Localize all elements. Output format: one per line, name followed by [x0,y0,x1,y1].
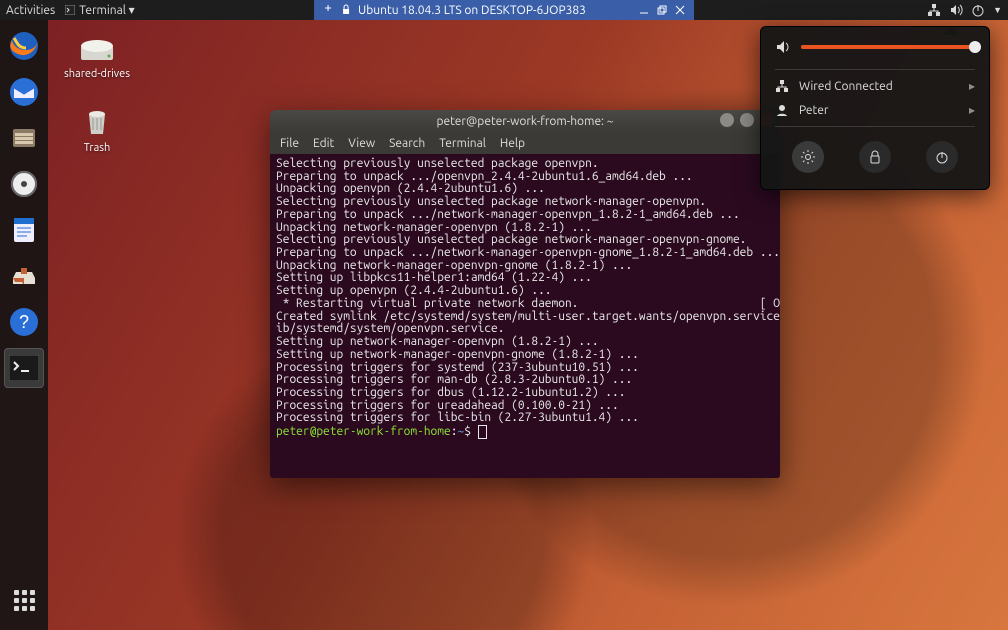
volume-icon [775,39,791,55]
rdp-title-bar: Ubuntu 18.04.3 LTS on DESKTOP-6JOP383 [314,0,694,20]
dock-help[interactable]: ? [4,302,44,342]
dock-rhythmbox[interactable] [4,164,44,204]
chevron-down-icon[interactable]: ▼ [993,5,1002,15]
system-menu: Wired Connected ▸ Peter ▸ [760,26,990,190]
svg-text:?: ? [19,312,29,332]
dock: ? [0,20,48,630]
lock-icon [867,149,883,165]
menu-help[interactable]: Help [500,137,525,150]
sysmenu-network[interactable]: Wired Connected ▸ [775,74,975,98]
desktop-icon-trash[interactable]: Trash [62,106,132,154]
terminal-menubar: File Edit View Search Terminal Help [270,132,780,154]
terminal-output[interactable]: Selecting previously unselected package … [270,154,780,478]
app-menu-button[interactable]: Terminal ▾ [65,3,134,17]
dock-writer[interactable] [4,210,44,250]
terminal-icon [65,5,75,15]
separator [775,69,975,70]
minimize-button[interactable] [720,113,734,127]
lock-icon [340,4,352,16]
maximize-button[interactable] [740,113,754,127]
user-icon [775,103,789,117]
dock-software[interactable] [4,256,44,296]
dock-files[interactable] [4,118,44,158]
sysmenu-user[interactable]: Peter ▸ [775,98,975,122]
menu-search[interactable]: Search [389,137,425,150]
power-icon [934,149,950,165]
wired-icon [775,79,789,93]
volume-status-icon[interactable] [949,3,963,17]
settings-button[interactable] [792,141,824,173]
lock-button[interactable] [859,141,891,173]
power-status-icon[interactable] [971,3,985,17]
close-icon[interactable] [674,4,686,16]
chevron-right-icon: ▸ [969,79,975,93]
desktop-icon-label: shared-drives [64,68,130,80]
terminal-title-bar[interactable]: peter@peter-work-from-home: ~ [270,110,780,132]
terminal-window: peter@peter-work-from-home: ~ File Edit … [270,110,780,478]
sysmenu-row-label: Wired Connected [799,80,893,93]
desktop-icon-label: Trash [84,142,111,154]
activities-button[interactable]: Activities [6,4,55,17]
power-button[interactable] [926,141,958,173]
dock-firefox[interactable] [4,26,44,66]
desktop-icon-shared-drives[interactable]: shared-drives [62,32,132,80]
separator [775,126,975,127]
top-bar: Activities Terminal ▾ Ubuntu 18.04.3 LTS… [0,0,1008,20]
show-applications[interactable] [4,580,44,620]
rdp-title: Ubuntu 18.04.3 LTS on DESKTOP-6JOP383 [358,4,586,17]
app-menu-label: Terminal ▾ [79,3,134,17]
terminal-title: peter@peter-work-from-home: ~ [436,115,613,128]
menu-edit[interactable]: Edit [313,137,334,150]
minimize-icon[interactable] [638,4,650,16]
sysmenu-row-label: Peter [799,104,828,117]
dock-thunderbird[interactable] [4,72,44,112]
settings-icon [800,149,816,165]
apps-grid-icon [14,590,34,610]
menu-file[interactable]: File [280,137,299,150]
menu-view[interactable]: View [348,137,375,150]
dock-terminal[interactable] [4,348,44,388]
restore-icon[interactable] [656,4,668,16]
menu-terminal[interactable]: Terminal [439,137,486,150]
pin-icon[interactable] [322,4,334,16]
chevron-right-icon: ▸ [969,103,975,117]
volume-slider[interactable] [801,45,975,49]
network-status-icon[interactable] [927,3,941,17]
